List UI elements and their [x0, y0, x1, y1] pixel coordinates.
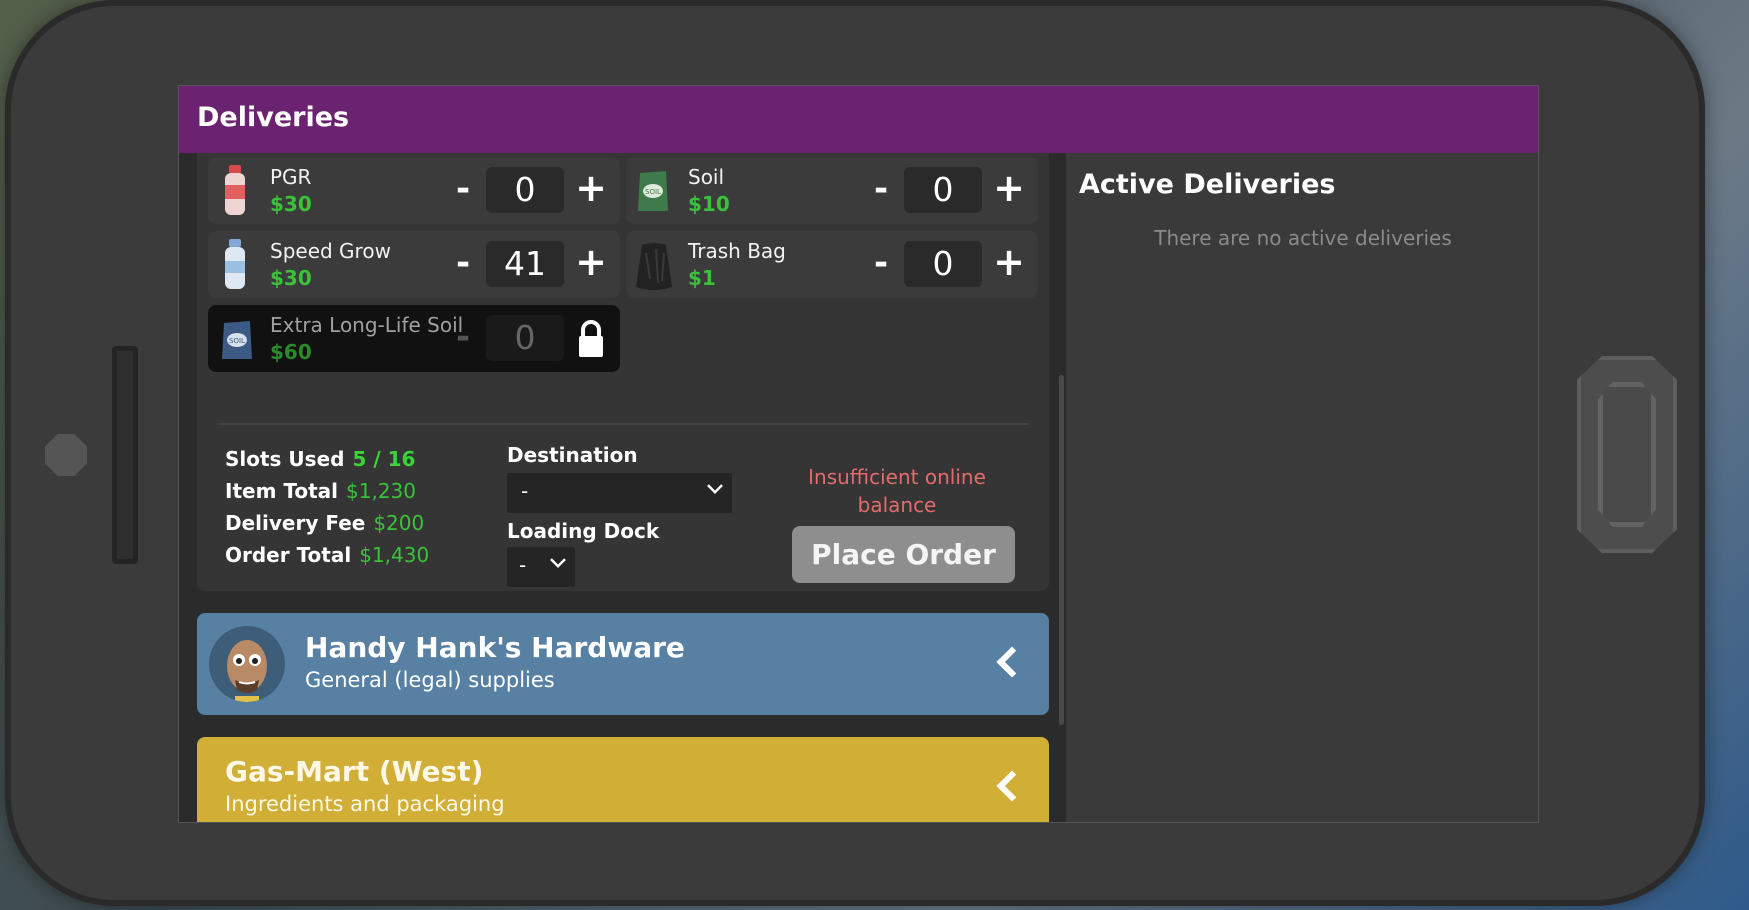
speed-grow-bottle-icon — [225, 239, 245, 289]
chevron-left-icon[interactable] — [996, 646, 1028, 678]
vendor-subtitle: Ingredients and packaging — [225, 792, 505, 816]
item-extra-long-life-soil: SOIL Extra Long-Life Soil $60 - 0 — [208, 305, 620, 372]
item-price: $10 — [688, 192, 730, 216]
vendor-handy-hanks-hardware[interactable]: Handy Hank's Hardware General (legal) su… — [197, 613, 1049, 715]
decrement-button[interactable]: - — [868, 169, 894, 209]
item-name: Speed Grow — [270, 239, 391, 263]
order-total-label: Order Total — [225, 543, 352, 567]
item-trash-bag: Trash Bag $1 - 0 + — [626, 231, 1038, 298]
order-total-row: Order Total $1,430 — [225, 543, 429, 575]
vendor-subtitle: General (legal) supplies — [305, 668, 555, 692]
divider — [217, 423, 1029, 425]
svg-text:SOIL: SOIL — [645, 188, 661, 196]
no-deliveries-text: There are no active deliveries — [1154, 226, 1452, 250]
item-price: $30 — [270, 266, 312, 290]
item-pgr: PGR $30 - 0 + — [208, 157, 620, 224]
item-price: $1 — [688, 266, 716, 290]
vendor-name: Handy Hank's Hardware — [305, 631, 685, 664]
loading-dock-dropdown[interactable]: - — [507, 547, 575, 587]
app-title: Deliveries — [197, 102, 350, 133]
increment-button[interactable]: + — [574, 165, 608, 211]
place-order-button[interactable]: Place Order — [792, 526, 1015, 583]
item-total-label: Item Total — [225, 479, 339, 503]
chevron-left-icon[interactable] — [996, 770, 1028, 802]
item-name: Soil — [688, 165, 725, 189]
vendor-name: Gas-Mart (West) — [225, 755, 484, 788]
item-soil: SOIL Soil $10 - 0 + — [626, 157, 1038, 224]
destination-label: Destination — [507, 443, 638, 467]
decrement-button[interactable]: - — [450, 243, 476, 283]
quantity-field[interactable]: 0 — [904, 241, 982, 287]
quantity-field: 0 — [486, 315, 564, 361]
item-price: $60 — [270, 340, 312, 364]
decrement-button[interactable]: - — [450, 169, 476, 209]
item-name: Trash Bag — [688, 239, 786, 263]
increment-button[interactable]: + — [992, 239, 1026, 285]
lock-icon — [579, 320, 603, 357]
delivery-fee-row: Delivery Fee $200 — [225, 511, 429, 543]
order-total-value: $1,430 — [359, 543, 430, 567]
insufficient-balance-warning: Insufficient online balance — [808, 465, 986, 517]
active-deliveries-pane: Active Deliveries There are no active de… — [1066, 153, 1538, 822]
extra-soil-bag-icon: SOIL — [222, 321, 252, 359]
item-total-value: $1,230 — [346, 479, 416, 503]
phone-screen: Deliveries PGR $30 - 0 + SOIL Soil $10 -… — [178, 85, 1539, 823]
order-summary: Slots Used 5 / 16 Item Total $1,230 Delive… — [225, 447, 429, 575]
order-panel: PGR $30 - 0 + SOIL Soil $10 - 0 + Speed … — [197, 153, 1049, 591]
delivery-fee-label: Delivery Fee — [225, 511, 366, 535]
delivery-fee-value: $200 — [373, 511, 425, 535]
slots-used-label: Slots Used — [225, 447, 345, 471]
chevron-down-icon — [707, 478, 723, 494]
destination-dropdown[interactable]: - — [507, 473, 732, 513]
item-price: $30 — [270, 192, 312, 216]
increment-button[interactable]: + — [992, 165, 1026, 211]
active-deliveries-title: Active Deliveries — [1079, 169, 1336, 200]
quantity-field[interactable]: 41 — [486, 241, 564, 287]
app-header: Deliveries — [179, 86, 1538, 153]
phone-home-button[interactable] — [1577, 356, 1677, 553]
deliveries-left-pane: PGR $30 - 0 + SOIL Soil $10 - 0 + Speed … — [179, 153, 1066, 822]
loading-dock-value: - — [519, 553, 527, 577]
phone-camera-dot — [45, 434, 87, 476]
shopkeeper-avatar-icon — [227, 640, 267, 702]
slots-used-row: Slots Used 5 / 16 — [225, 447, 429, 479]
item-speed-grow: Speed Grow $30 - 41 + — [208, 231, 620, 298]
quantity-field[interactable]: 0 — [904, 167, 982, 213]
phone-side-slot — [112, 346, 138, 564]
soil-bag-icon: SOIL — [638, 171, 668, 211]
trash-bag-icon — [636, 243, 672, 290]
decrement-button: - — [455, 317, 471, 357]
destination-value: - — [521, 479, 529, 503]
vendor-avatar — [209, 626, 285, 702]
decrement-button[interactable]: - — [868, 243, 894, 283]
increment-button[interactable]: + — [574, 239, 608, 285]
item-total-row: Item Total $1,230 — [225, 479, 429, 511]
item-name: Extra Long-Life Soil — [270, 313, 464, 337]
chevron-down-icon — [550, 552, 566, 568]
pgr-bottle-icon — [225, 165, 245, 215]
slots-used-value: 5 / 16 — [352, 447, 416, 471]
item-name: PGR — [270, 165, 312, 189]
phone-frame: Deliveries PGR $30 - 0 + SOIL Soil $10 -… — [5, 0, 1705, 906]
vendor-gas-mart-west[interactable]: Gas-Mart (West) Ingredients and packagin… — [197, 737, 1049, 822]
scrollbar[interactable] — [1059, 375, 1064, 725]
loading-dock-label: Loading Dock — [507, 519, 660, 543]
svg-text:SOIL: SOIL — [229, 337, 245, 345]
quantity-field[interactable]: 0 — [486, 167, 564, 213]
